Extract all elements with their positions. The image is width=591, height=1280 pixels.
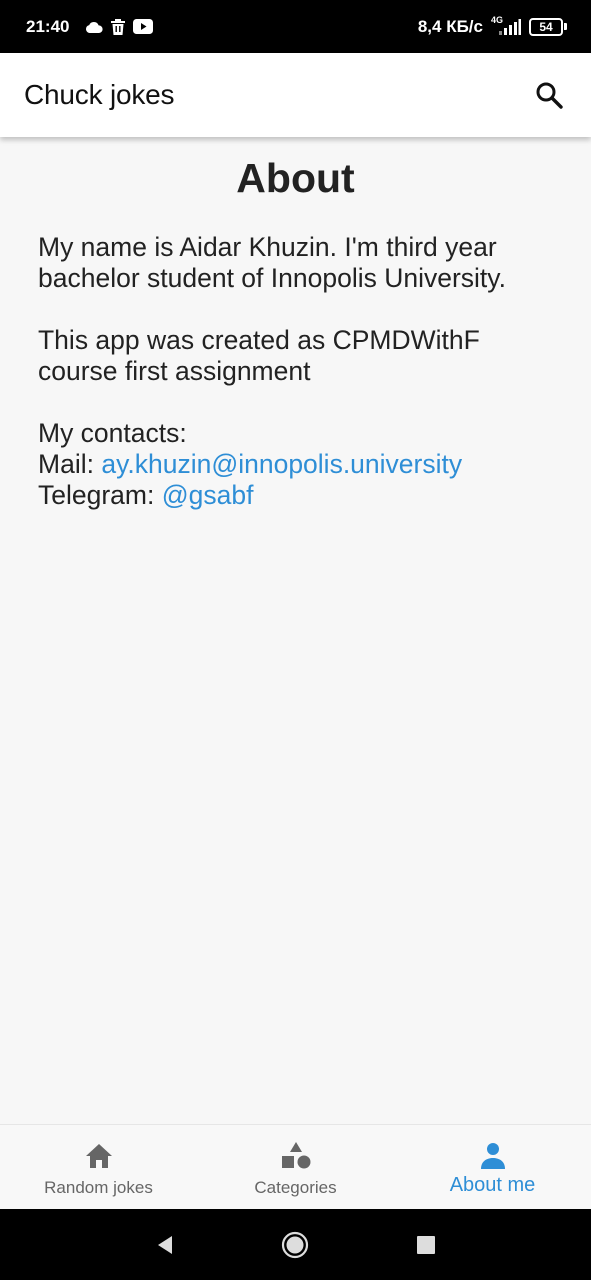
status-right: 8,4 КБ/с 4G 54	[417, 15, 567, 37]
back-icon	[158, 1235, 173, 1254]
battery-icon: 54	[529, 17, 567, 36]
signal-icon: 4G	[491, 15, 521, 35]
mail-row: Mail: ay.khuzin@innopolis.university	[38, 449, 553, 480]
contacts-label: My contacts:	[38, 418, 187, 448]
nav-item-random-jokes[interactable]: Random jokes	[0, 1125, 197, 1209]
about-body: My name is Aidar Khuzin. I'm third year …	[0, 232, 591, 511]
trash-icon	[111, 18, 126, 35]
shapes-icon	[280, 1141, 312, 1171]
search-button[interactable]	[529, 75, 569, 115]
app-title: Chuck jokes	[24, 79, 175, 110]
recents-button[interactable]	[406, 1225, 446, 1265]
telegram-link[interactable]: @gsabf	[162, 480, 254, 510]
nav-label-random-jokes: Random jokes	[44, 1178, 153, 1197]
telegram-label: Telegram:	[38, 480, 162, 510]
home-icon	[84, 1141, 114, 1171]
telegram-row: Telegram: @gsabf	[38, 480, 553, 511]
mail-label: Mail:	[38, 449, 102, 479]
back-button[interactable]	[145, 1225, 185, 1265]
status-bar: 21:40 8,4 КБ/с 4G 54	[0, 0, 591, 53]
status-left: 21:40	[26, 16, 154, 37]
battery-level: 54	[529, 17, 563, 36]
person-icon	[478, 1141, 508, 1171]
about-page: About My name is Aidar Khuzin. I'm third…	[0, 137, 591, 1124]
nav-label-categories: Categories	[254, 1178, 337, 1197]
status-time: 21:40	[26, 16, 70, 36]
intro-text: My name is Aidar Khuzin. I'm third year …	[38, 232, 506, 293]
network-speed: 8,4 КБ/с	[417, 16, 483, 36]
home-circle-icon	[282, 1231, 309, 1258]
bottom-navigation: Random jokes Categories About me	[0, 1124, 591, 1209]
home-button[interactable]	[275, 1225, 315, 1265]
notification-icons	[85, 18, 154, 35]
nav-item-about-me[interactable]: About me	[394, 1125, 591, 1209]
purpose-text: This app was created as CPMDWithF course…	[38, 325, 480, 386]
nav-item-categories[interactable]: Categories	[197, 1125, 394, 1209]
youtube-icon	[133, 19, 154, 34]
battery-tip	[564, 23, 567, 30]
contacts-block: My contacts: Mail: ay.khuzin@innopolis.u…	[38, 418, 553, 511]
nav-label-about-me: About me	[449, 1174, 536, 1196]
cloud-icon	[85, 21, 104, 33]
search-icon	[536, 82, 563, 109]
page-title: About	[236, 155, 355, 201]
network-type: 4G	[490, 14, 503, 25]
mail-link[interactable]: ay.khuzin@innopolis.university	[101, 449, 462, 479]
recents-icon	[416, 1235, 435, 1254]
system-navigation-bar	[0, 1209, 591, 1280]
app-bar: Chuck jokes	[0, 53, 591, 137]
